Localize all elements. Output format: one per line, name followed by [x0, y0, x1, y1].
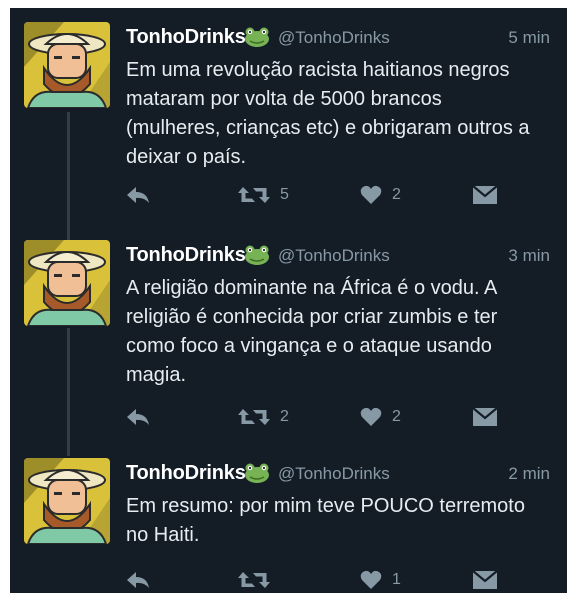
frog-emoji-icon: [244, 27, 270, 47]
like-button[interactable]: 2: [360, 402, 401, 432]
avatar[interactable]: [24, 22, 110, 108]
reply-icon: [127, 187, 149, 203]
tweet-thread: TonhoDrinks @TonhoDrinks 5 min Em uma re…: [10, 8, 567, 593]
like-count: 2: [392, 186, 401, 203]
heart-icon: [360, 570, 382, 589]
tweet-text: Em uma revolução racista haitianos negro…: [126, 59, 530, 168]
timestamp[interactable]: 2 min: [508, 464, 550, 484]
display-name[interactable]: TonhoDrinks: [126, 244, 246, 267]
avatar[interactable]: [24, 240, 110, 326]
tweet-actions: 1: [126, 565, 550, 593]
tweet-header: TonhoDrinks @TonhoDrinks 2 min: [126, 462, 550, 488]
direct-message-icon: [472, 570, 498, 589]
timestamp[interactable]: 5 min: [508, 28, 550, 48]
timestamp[interactable]: 3 min: [508, 246, 550, 266]
reply-button[interactable]: [126, 402, 150, 432]
reply-button[interactable]: [126, 180, 150, 210]
reply-icon: [127, 409, 149, 425]
like-button[interactable]: 1: [360, 565, 401, 593]
retweet-count: 5: [280, 186, 289, 203]
retweet-button[interactable]: [238, 565, 280, 593]
tweet-header: TonhoDrinks @TonhoDrinks 5 min: [126, 26, 550, 52]
tweet-text: Em resumo: por mim teve POUCO terremoto …: [126, 495, 525, 546]
tweet-header: TonhoDrinks @TonhoDrinks 3 min: [126, 244, 550, 270]
tweet[interactable]: TonhoDrinks @TonhoDrinks 3 min A religiã…: [10, 226, 567, 452]
retweet-icon: [238, 409, 270, 425]
like-button[interactable]: 2: [360, 180, 401, 210]
direct-message-icon: [472, 185, 498, 204]
display-name[interactable]: TonhoDrinks: [126, 462, 246, 485]
direct-message-button[interactable]: [472, 402, 498, 432]
like-count: 1: [392, 571, 401, 588]
frog-emoji-icon: [244, 463, 270, 483]
display-name[interactable]: TonhoDrinks: [126, 26, 246, 49]
tweet[interactable]: TonhoDrinks @TonhoDrinks 2 min Em resumo…: [10, 444, 567, 593]
avatar[interactable]: [24, 458, 110, 544]
retweet-icon: [238, 572, 270, 588]
tweet[interactable]: TonhoDrinks @TonhoDrinks 5 min Em uma re…: [10, 8, 567, 234]
tweet-text: A religião dominante na África é o vodu.…: [126, 277, 498, 386]
frog-emoji-icon: [244, 245, 270, 265]
heart-icon: [360, 185, 382, 204]
retweet-button[interactable]: 2: [238, 402, 289, 432]
heart-icon: [360, 407, 382, 426]
user-handle[interactable]: @TonhoDrinks: [278, 28, 390, 48]
user-handle[interactable]: @TonhoDrinks: [278, 464, 390, 484]
direct-message-icon: [472, 407, 498, 426]
retweet-button[interactable]: 5: [238, 180, 289, 210]
reply-icon: [127, 572, 149, 588]
direct-message-button[interactable]: [472, 565, 498, 593]
user-handle[interactable]: @TonhoDrinks: [278, 246, 390, 266]
tweet-actions: 2 2: [126, 402, 550, 432]
direct-message-button[interactable]: [472, 180, 498, 210]
tweet-actions: 5 2: [126, 180, 550, 210]
reply-button[interactable]: [126, 565, 150, 593]
retweet-icon: [238, 187, 270, 203]
retweet-count: 2: [280, 408, 289, 425]
like-count: 2: [392, 408, 401, 425]
